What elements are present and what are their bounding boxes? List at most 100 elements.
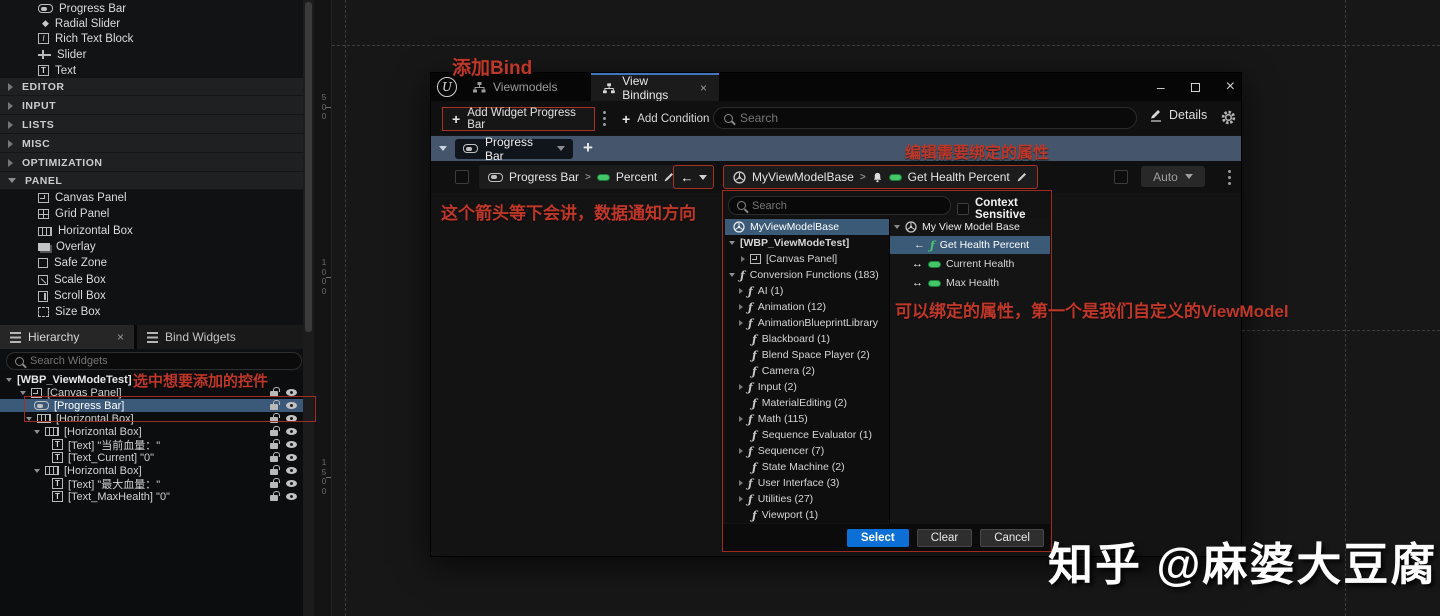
lock-icon[interactable] xyxy=(270,495,278,501)
expand-arrow-icon[interactable] xyxy=(739,416,743,422)
expand-arrow-icon[interactable] xyxy=(739,304,743,310)
collapse-arrow-icon[interactable] xyxy=(729,273,735,277)
picker-item-canvas-panel[interactable]: [Canvas Panel] xyxy=(725,251,889,267)
category-optimization[interactable]: OPTIMIZATION xyxy=(0,154,303,172)
lock-icon[interactable] xyxy=(270,469,278,475)
picker-item-camera[interactable]: ƒCamera (2) xyxy=(725,363,889,379)
lock-icon[interactable] xyxy=(270,456,278,462)
picker-item-viewport[interactable]: ƒViewport (1) xyxy=(725,507,889,523)
visibility-icon[interactable] xyxy=(286,467,297,474)
picker-item-input[interactable]: ƒInput (2) xyxy=(725,379,889,395)
more-options-icon[interactable] xyxy=(603,117,606,120)
bindings-search-input[interactable] xyxy=(740,111,1100,125)
palette-item-slider[interactable]: Slider xyxy=(0,47,303,62)
close-icon[interactable]: × xyxy=(700,81,707,95)
close-button[interactable]: × xyxy=(1226,78,1235,96)
expand-arrow-icon[interactable] xyxy=(739,288,743,294)
visibility-icon[interactable] xyxy=(286,415,297,422)
picker-search-box[interactable] xyxy=(728,196,951,215)
palette-item-grid-panel[interactable]: Grid Panel xyxy=(0,206,303,222)
lock-icon[interactable] xyxy=(270,430,278,436)
picker-property-root[interactable]: My View Model Base xyxy=(890,218,1050,236)
collapse-arrow-icon[interactable] xyxy=(729,241,735,245)
palette-item-overlay[interactable]: Overlay xyxy=(0,239,303,255)
visibility-icon[interactable] xyxy=(286,454,297,461)
palette-item-radial-slider[interactable]: ◆Radial Slider xyxy=(0,16,303,31)
add-widget-button[interactable]: +Add Widget Progress Bar xyxy=(442,107,595,131)
window-titlebar[interactable]: U Viewmodels View Bindings × – × xyxy=(431,73,1241,101)
add-binding-icon[interactable]: + xyxy=(583,139,593,156)
picker-item-material-editing[interactable]: ƒMaterialEditing (2) xyxy=(725,395,889,411)
palette-item-safe-zone[interactable]: Safe Zone xyxy=(0,255,303,271)
palette-item-canvas-panel[interactable]: Canvas Panel xyxy=(0,190,303,206)
clear-button[interactable]: Clear xyxy=(917,529,972,547)
palette-item-size-box[interactable]: Size Box xyxy=(0,304,303,320)
palette-item-horizontal-box[interactable]: Horizontal Box xyxy=(0,223,303,239)
bindings-search-box[interactable] xyxy=(713,107,1137,129)
hierarchy-item-text[interactable]: T[Text] "当前血量：" xyxy=(0,438,303,451)
palette-item-text[interactable]: TText xyxy=(0,63,303,78)
collapse-arrow-icon[interactable] xyxy=(34,430,40,434)
close-icon[interactable]: × xyxy=(117,330,124,344)
category-misc[interactable]: MISC xyxy=(0,135,303,153)
visibility-icon[interactable] xyxy=(286,441,297,448)
picker-item-math[interactable]: ƒMath (115) xyxy=(725,411,889,427)
collapse-arrow-icon[interactable] xyxy=(894,225,900,229)
category-lists[interactable]: LISTS xyxy=(0,116,303,134)
tab-hierarchy[interactable]: Hierarchy× xyxy=(0,325,134,349)
cancel-button[interactable]: Cancel xyxy=(980,529,1044,547)
details-button[interactable]: Details xyxy=(1149,108,1207,122)
category-panel[interactable]: PANEL xyxy=(0,172,303,190)
picker-item-user-interface[interactable]: ƒUser Interface (3) xyxy=(725,475,889,491)
expand-arrow-icon[interactable] xyxy=(739,384,743,390)
binding-target-chain[interactable]: MyViewModelBase > Get Health Percent xyxy=(723,165,1038,189)
picker-property-max-health[interactable]: ↔Max Health xyxy=(890,274,1050,292)
visibility-icon[interactable] xyxy=(286,493,297,500)
lock-icon[interactable] xyxy=(270,417,278,423)
execution-mode-dropdown[interactable]: Auto xyxy=(1141,166,1205,187)
hierarchy-item-text-current[interactable]: T[Text_Current] "0" xyxy=(0,451,303,464)
visibility-icon[interactable] xyxy=(286,428,297,435)
row-options-icon[interactable] xyxy=(1228,176,1231,179)
hierarchy-item-text-maxhealth[interactable]: T[Text_MaxHealth] "0" xyxy=(0,490,303,503)
binding-option-checkbox[interactable] xyxy=(1114,170,1128,184)
lock-icon[interactable] xyxy=(270,443,278,449)
binding-direction-button[interactable]: ← xyxy=(673,165,714,189)
picker-item-sequence-evaluator[interactable]: ƒSequence Evaluator (1) xyxy=(725,427,889,443)
tab-bind-widgets[interactable]: Bind Widgets xyxy=(137,325,303,349)
picker-item-ai[interactable]: ƒAI (1) xyxy=(725,283,889,299)
tab-view-bindings[interactable]: View Bindings × xyxy=(591,73,719,101)
visibility-icon[interactable] xyxy=(286,480,297,487)
minimize-button[interactable]: – xyxy=(1157,79,1165,95)
picker-item-animation-bp-library[interactable]: ƒAnimationBlueprintLibrary xyxy=(725,315,889,331)
maximize-button[interactable] xyxy=(1191,83,1200,92)
collapse-arrow-icon[interactable] xyxy=(20,391,26,395)
hierarchy-item-progress-bar[interactable]: [Progress Bar] xyxy=(0,399,303,412)
context-sensitive-checkbox[interactable] xyxy=(957,203,969,215)
picker-item-wbp-root[interactable]: [WBP_ViewModeTest] xyxy=(725,235,889,251)
expand-arrow-icon[interactable] xyxy=(739,320,743,326)
picker-item-sequencer[interactable]: ƒSequencer (7) xyxy=(725,443,889,459)
edit-pen-icon[interactable] xyxy=(1016,171,1028,183)
add-condition-button[interactable]: +Add Condition xyxy=(614,107,717,131)
picker-search-input[interactable] xyxy=(752,200,922,212)
hierarchy-search-input[interactable] xyxy=(30,355,270,367)
collapse-arrow-icon[interactable] xyxy=(34,469,40,473)
picker-item-viewmodel[interactable]: MyViewModelBase xyxy=(725,219,889,235)
expand-arrow-icon[interactable] xyxy=(741,256,745,262)
picker-item-conversion-functions[interactable]: ƒConversion Functions (183) xyxy=(725,267,889,283)
collapse-arrow-icon[interactable] xyxy=(439,146,447,151)
expand-arrow-icon[interactable] xyxy=(739,448,743,454)
picker-item-animation[interactable]: ƒAnimation (12) xyxy=(725,299,889,315)
hierarchy-search-box[interactable] xyxy=(6,352,302,370)
lock-icon[interactable] xyxy=(270,482,278,488)
picker-item-blackboard[interactable]: ƒBlackboard (1) xyxy=(725,331,889,347)
category-input[interactable]: INPUT xyxy=(0,97,303,115)
picker-item-utilities[interactable]: ƒUtilities (27) xyxy=(725,491,889,507)
select-button[interactable]: Select xyxy=(847,529,909,547)
palette-item-rich-text-block[interactable]: IRich Text Block xyxy=(0,31,303,46)
widget-group-row[interactable]: Progress Bar + xyxy=(431,136,1241,161)
hierarchy-item-horizontal-box[interactable]: [Horizontal Box] xyxy=(0,412,303,425)
collapse-arrow-icon[interactable] xyxy=(6,378,12,382)
gear-icon[interactable] xyxy=(1221,110,1236,125)
